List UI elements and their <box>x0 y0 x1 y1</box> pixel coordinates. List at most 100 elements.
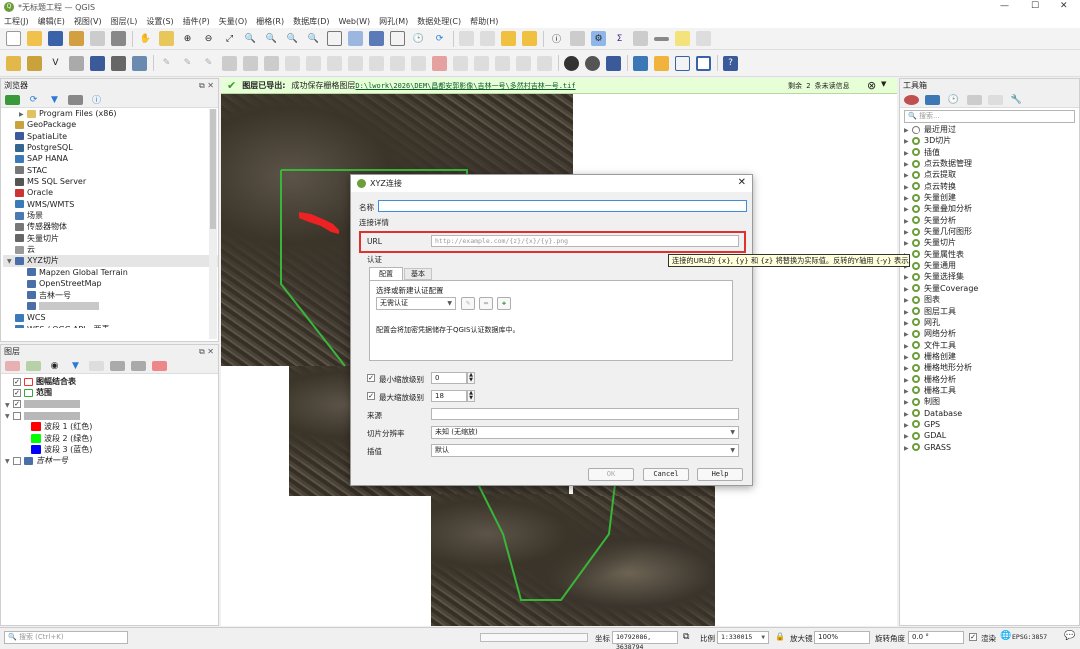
toolbox-group[interactable]: ▶ 插值 <box>900 147 1078 158</box>
copy-feature-icon[interactable] <box>327 55 342 71</box>
browser-item[interactable]: ▼ XYZ切片 <box>3 255 218 267</box>
layer-item[interactable]: 波段 3 (蓝色) <box>5 444 218 455</box>
zoom-full-icon[interactable]: ⤢ <box>222 31 237 46</box>
label-change-icon[interactable] <box>516 55 531 71</box>
menu-item[interactable]: 视图(V) <box>74 16 102 27</box>
toolbox-group[interactable]: ▶ 图层工具 <box>900 306 1078 317</box>
browser-scrollbar[interactable] <box>209 109 217 339</box>
minimize-icon[interactable]: — <box>1000 1 1009 11</box>
refresh-icon[interactable]: ⟳ <box>26 95 41 105</box>
plugin-e-icon[interactable] <box>675 55 690 71</box>
close-icon[interactable]: ✕ <box>1060 1 1068 11</box>
tab-config[interactable]: 配置 <box>369 267 403 280</box>
plugin-b-icon[interactable] <box>585 55 600 71</box>
style-manager-icon[interactable] <box>111 31 126 46</box>
min-zoom-checkbox[interactable]: ✓ <box>367 374 375 382</box>
toolbox-group[interactable]: ▶ 栅格工具 <box>900 385 1078 396</box>
toolbox-group[interactable]: ▶ GRASS <box>900 442 1078 453</box>
menu-item[interactable]: 数据处理(C) <box>417 16 461 27</box>
filter-legend-icon[interactable]: ▼ <box>68 361 83 371</box>
notification-menu-icon[interactable]: ▼ <box>881 80 886 88</box>
name-input[interactable] <box>378 200 747 212</box>
rotation-field[interactable]: 0.0 ° <box>908 631 964 644</box>
render-checkbox[interactable]: ✓ <box>969 633 977 641</box>
max-zoom-checkbox[interactable]: ✓ <box>367 392 375 400</box>
print-layout-icon[interactable] <box>90 31 105 46</box>
filter-expression-icon[interactable] <box>89 360 104 371</box>
toolbox-group[interactable]: ▶ Database <box>900 408 1078 419</box>
paste-feature-icon[interactable] <box>348 55 363 71</box>
toolbox-group[interactable]: ▶ 矢量选择集 <box>900 271 1078 282</box>
browser-item[interactable]: 云 <box>3 244 218 255</box>
pan-to-selection-icon[interactable] <box>159 31 174 46</box>
toolbox-group[interactable]: ▶矢量通用 <box>900 260 1078 271</box>
toolbox-group[interactable]: ▶矢量属性表 <box>900 249 1078 260</box>
max-zoom-spinbox[interactable]: 18 <box>431 390 467 402</box>
menu-item[interactable]: Web(W) <box>339 17 371 26</box>
data-source-manager-icon[interactable] <box>6 55 21 71</box>
stats-summary-icon[interactable]: Σ <box>612 31 627 46</box>
min-zoom-spinbox[interactable]: 0 <box>431 372 467 384</box>
lock-scale-icon[interactable]: 🔒 <box>775 632 785 641</box>
max-zoom-stepper[interactable]: ▲ ▼ <box>467 390 475 402</box>
panel-float-close-icon[interactable]: ⧉ ✕ <box>199 345 214 358</box>
add-config-button[interactable]: ✚ <box>497 297 511 310</box>
collapse-icon[interactable] <box>68 94 83 105</box>
new-map-view-icon[interactable] <box>327 31 342 46</box>
open-project-icon[interactable] <box>27 31 42 46</box>
new-3d-view-icon[interactable] <box>348 31 363 46</box>
browser-item[interactable]: GeoPackage <box>3 119 218 130</box>
save-project-icon[interactable] <box>48 31 63 46</box>
temporal-icon[interactable]: 🕒 <box>411 31 426 46</box>
zoom-selection-icon[interactable]: 🔍 <box>243 31 258 46</box>
browser-item[interactable]: MS SQL Server <box>3 176 218 187</box>
toolbox-group[interactable]: ▶ 栅格地形分析 <box>900 362 1078 373</box>
info-icon[interactable]: ⓘ <box>89 95 104 106</box>
toolbox-group[interactable]: ▶ 最近用过 <box>900 124 1078 135</box>
undo-icon[interactable] <box>369 55 384 71</box>
visibility-icon[interactable]: ◉ <box>47 361 62 371</box>
add-vector-icon[interactable] <box>90 55 105 71</box>
menu-item[interactable]: 数据库(D) <box>293 16 329 27</box>
label-rotate-icon[interactable] <box>495 55 510 71</box>
browser-item[interactable]: Oracle <box>3 187 218 198</box>
zoom-last-icon[interactable]: 🔍 <box>306 31 321 46</box>
deselect-icon[interactable] <box>501 31 516 46</box>
zoom-in-icon[interactable]: ⊕ <box>180 31 195 46</box>
toolbox-group[interactable]: ▶ 网络分析 <box>900 328 1078 339</box>
remove-config-button[interactable]: ▬ <box>479 297 493 310</box>
new-shapefile-icon[interactable]: V <box>48 56 63 71</box>
options-icon[interactable]: 🔧 <box>1009 95 1024 105</box>
chevron-right-icon[interactable]: ▶ <box>904 363 912 374</box>
menu-item[interactable]: 网孔(M) <box>379 16 408 27</box>
new-scratch-icon[interactable] <box>69 55 84 71</box>
toolbox-group[interactable]: ▶ 矢量几何图形 <box>900 226 1078 237</box>
add-group-icon[interactable] <box>26 360 41 371</box>
menu-item[interactable]: 帮助(H) <box>470 16 498 27</box>
toolbox-group[interactable]: ▶ 栅格创建 <box>900 351 1078 362</box>
add-mesh-icon[interactable] <box>132 55 147 71</box>
dialog-close-icon[interactable]: ✕ <box>738 177 746 188</box>
extents-toggle-icon[interactable]: ⧉ <box>683 632 689 642</box>
bookmark-icon[interactable] <box>369 31 384 46</box>
browser-item[interactable]: PostgreSQL <box>3 142 218 153</box>
toolbox-group[interactable]: ▶ 栅格分析 <box>900 374 1078 385</box>
tab-basic[interactable]: 基本 <box>404 268 432 280</box>
menu-item[interactable]: 栅格(R) <box>256 16 284 27</box>
layer-item[interactable]: ▼ 吉林一号 <box>5 455 218 466</box>
zoom-native-icon[interactable]: 🔍 <box>285 31 300 46</box>
browser-item[interactable]: STAC <box>3 165 218 176</box>
layer-item[interactable]: ✓ 范围 <box>5 387 218 398</box>
browser-item[interactable]: 吉林一号 <box>3 290 218 301</box>
interpolation-select[interactable]: 默认 ▼ <box>431 444 739 457</box>
layer-item[interactable]: ▼ ✓ <box>5 399 218 410</box>
chevron-right-icon[interactable]: ▶ <box>904 443 912 454</box>
label-show-icon[interactable] <box>453 55 468 71</box>
toolbox-group[interactable]: ▶ GPS <box>900 419 1078 430</box>
toolbox-group[interactable]: ▶ 矢量创建 <box>900 192 1078 203</box>
menu-item[interactable]: 编辑(E) <box>38 16 65 27</box>
save-as-icon[interactable] <box>69 31 84 46</box>
plugin-f-icon[interactable] <box>696 55 711 71</box>
python-console-icon[interactable] <box>633 55 648 71</box>
notification-close-icon[interactable]: ⊗ <box>867 79 876 92</box>
